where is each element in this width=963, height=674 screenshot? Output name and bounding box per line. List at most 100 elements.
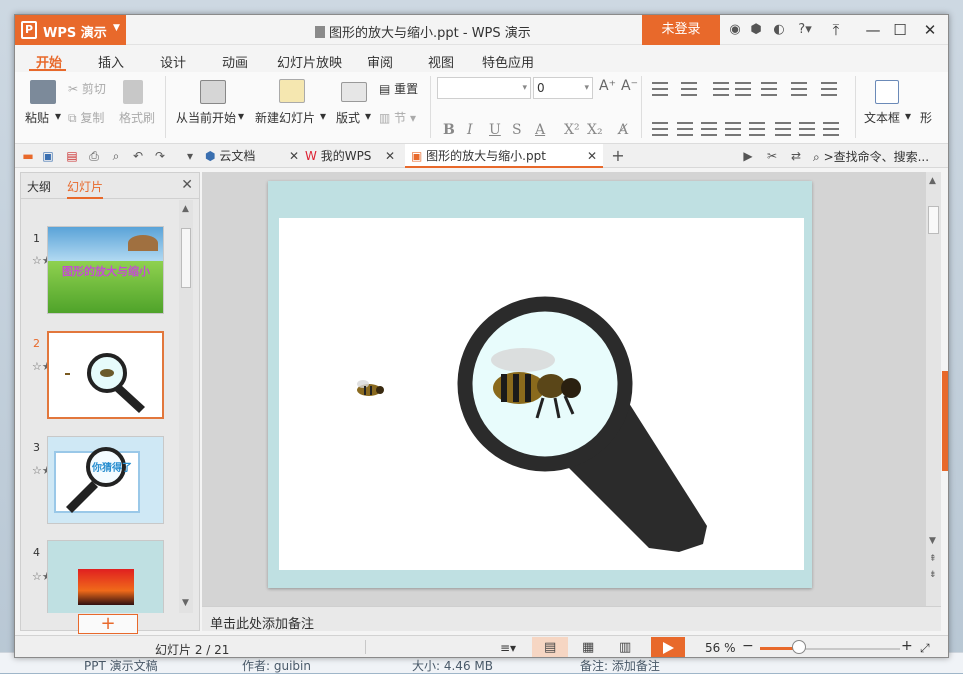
new-slide-button[interactable]: 新建幻灯片 (255, 109, 315, 126)
redo-icon[interactable]: ↷ (153, 149, 167, 163)
tab-features[interactable]: 特色应用 (482, 52, 534, 71)
para-indent-icon[interactable] (799, 122, 815, 136)
minimize-button[interactable]: — (860, 19, 886, 41)
align-right-icon[interactable] (701, 122, 717, 136)
justify-icon[interactable] (725, 122, 741, 136)
previous-slide-icon[interactable]: ⇞ (929, 554, 937, 564)
close-icon[interactable]: ✕ (587, 144, 597, 168)
print-preview-icon[interactable]: ⌕ (109, 149, 123, 163)
paste-dropdown-icon[interactable]: ▾ (55, 109, 61, 123)
bold-icon[interactable]: B (443, 122, 455, 138)
section-button[interactable]: ▥ 节 ▾ (379, 109, 416, 126)
command-search[interactable]: ⌕ >查找命令、搜索... (813, 148, 929, 165)
italic-icon[interactable]: I (467, 122, 473, 138)
feedback-icon[interactable]: ◐ (771, 22, 787, 38)
zoom-slider-knob[interactable] (792, 640, 807, 654)
layout-button[interactable]: 版式 (336, 109, 360, 126)
shrink-font-icon[interactable]: A⁻ (621, 78, 638, 94)
login-button[interactable]: 未登录 (642, 15, 720, 45)
fit-window-icon[interactable]: ⤢ (920, 641, 930, 656)
app-menu-button[interactable]: P WPS 演示 ▼ (15, 15, 126, 45)
slide-canvas[interactable] (268, 181, 812, 588)
align-text-icon[interactable] (823, 122, 839, 136)
help-button[interactable]: ?▾ (795, 22, 815, 38)
shape-button[interactable]: 形 (920, 109, 932, 126)
underline-icon[interactable]: U (489, 122, 501, 138)
slide-thumb-2[interactable] (47, 331, 164, 419)
chevron-down-icon[interactable]: ▾ (320, 109, 326, 123)
add-slide-button[interactable]: + (78, 614, 138, 634)
tab-slideshow[interactable]: 幻灯片放映 (277, 52, 342, 71)
scroll-down-icon[interactable]: ▼ (182, 598, 189, 608)
doc-tab-cloud[interactable]: ⬢ 云文档 ✕ (205, 144, 305, 168)
scroll-up-icon[interactable]: ▲ (929, 176, 936, 186)
pin-ribbon-icon[interactable]: ⤒ (823, 19, 849, 41)
para-spacing-icon[interactable] (775, 122, 791, 136)
slide-thumb-3[interactable]: 你猜得了 (47, 436, 164, 524)
notes-pane[interactable]: 单击此处添加备注 (202, 606, 941, 632)
tools-icon[interactable]: ✂ (765, 149, 779, 163)
slide-thumb-1[interactable]: 图形的放大与缩小 (47, 226, 164, 314)
tab-design[interactable]: 设计 (160, 52, 186, 71)
reset-button[interactable]: ▤ 重置 (379, 80, 418, 97)
tab-review[interactable]: 审阅 (367, 52, 393, 71)
zoom-out-icon[interactable]: − (742, 638, 754, 654)
slideshow-icon[interactable]: ▶ (741, 149, 755, 163)
chevron-down-icon[interactable]: ▾ (365, 109, 371, 123)
side-panel-toggle[interactable] (942, 371, 948, 471)
quick-access-menu-icon[interactable]: ▾ (183, 149, 197, 163)
grow-font-icon[interactable]: A⁺ (599, 78, 616, 94)
doc-tab-mywps[interactable]: W 我的WPS ✕ (305, 144, 401, 168)
tab-animation[interactable]: 动画 (222, 52, 248, 71)
tab-insert[interactable]: 插入 (98, 52, 124, 71)
columns-icon[interactable] (761, 82, 777, 96)
scroll-down-icon[interactable]: ▼ (929, 536, 936, 546)
close-icon[interactable]: ✕ (289, 144, 299, 168)
skin-icon[interactable]: ◉ (727, 22, 743, 38)
increase-indent-icon[interactable] (735, 82, 751, 96)
doc-tab-current[interactable]: ▣ 图形的放大与缩小.ppt ✕ (405, 144, 603, 168)
align-center-icon[interactable] (677, 122, 693, 136)
close-icon[interactable]: ✕ (181, 177, 193, 193)
decrease-indent-icon[interactable] (713, 82, 729, 96)
clear-format-icon[interactable]: A̸ (618, 122, 628, 138)
small-bee-image[interactable] (357, 380, 384, 396)
distribute-icon[interactable] (749, 122, 765, 136)
open-folder-icon[interactable]: ▬ (21, 149, 35, 163)
format-painter-button[interactable]: 格式刷 (119, 109, 155, 126)
font-size-select[interactable]: 0 ▾ (533, 77, 593, 99)
close-icon[interactable]: ✕ (385, 144, 395, 168)
new-tab-icon[interactable]: + (611, 148, 625, 164)
scroll-up-icon[interactable]: ▲ (182, 204, 189, 214)
bullet-list-icon[interactable] (652, 82, 668, 96)
zoom-in-icon[interactable]: + (901, 638, 913, 654)
settings-icon[interactable]: ⬢ (748, 22, 764, 38)
share-icon[interactable]: ⇄ (789, 149, 803, 163)
next-slide-icon[interactable]: ⇟ (929, 570, 937, 580)
chevron-down-icon[interactable]: ▾ (905, 109, 911, 123)
export-pdf-icon[interactable]: ▤ (65, 149, 79, 163)
print-icon[interactable]: ⎙ (87, 149, 101, 163)
thumbnail-scrollbar[interactable]: ▲ ▼ (179, 200, 193, 613)
text-direction-icon[interactable] (821, 82, 837, 96)
text-box-button[interactable]: 文本框 (864, 109, 900, 126)
save-icon[interactable]: ▣ (41, 149, 55, 163)
tab-slides[interactable]: 幻灯片 (67, 178, 104, 199)
undo-icon[interactable]: ↶ (131, 149, 145, 163)
tab-view[interactable]: 视图 (428, 52, 454, 71)
align-left-icon[interactable] (652, 122, 668, 136)
strikethrough-icon[interactable]: S (512, 122, 522, 138)
sorter-view-button[interactable]: ▦ (570, 637, 606, 657)
normal-view-button[interactable]: ▤ (532, 637, 568, 657)
copy-button[interactable]: ⧉ 复制 (68, 109, 104, 126)
reading-view-button[interactable]: ▥ (607, 637, 643, 657)
line-spacing-icon[interactable] (791, 82, 807, 96)
from-current-button[interactable]: 从当前开始 (176, 109, 236, 126)
slide-scrollbar[interactable]: ▲ ▼ ⇞ ⇟ (926, 172, 941, 606)
superscript-icon[interactable]: X² (564, 122, 580, 138)
scroll-thumb[interactable] (181, 228, 191, 288)
slide-thumb-4[interactable] (47, 540, 164, 613)
play-slideshow-button[interactable] (651, 637, 685, 657)
maximize-button[interactable]: ☐ (887, 19, 913, 41)
close-button[interactable]: ✕ (917, 19, 943, 41)
